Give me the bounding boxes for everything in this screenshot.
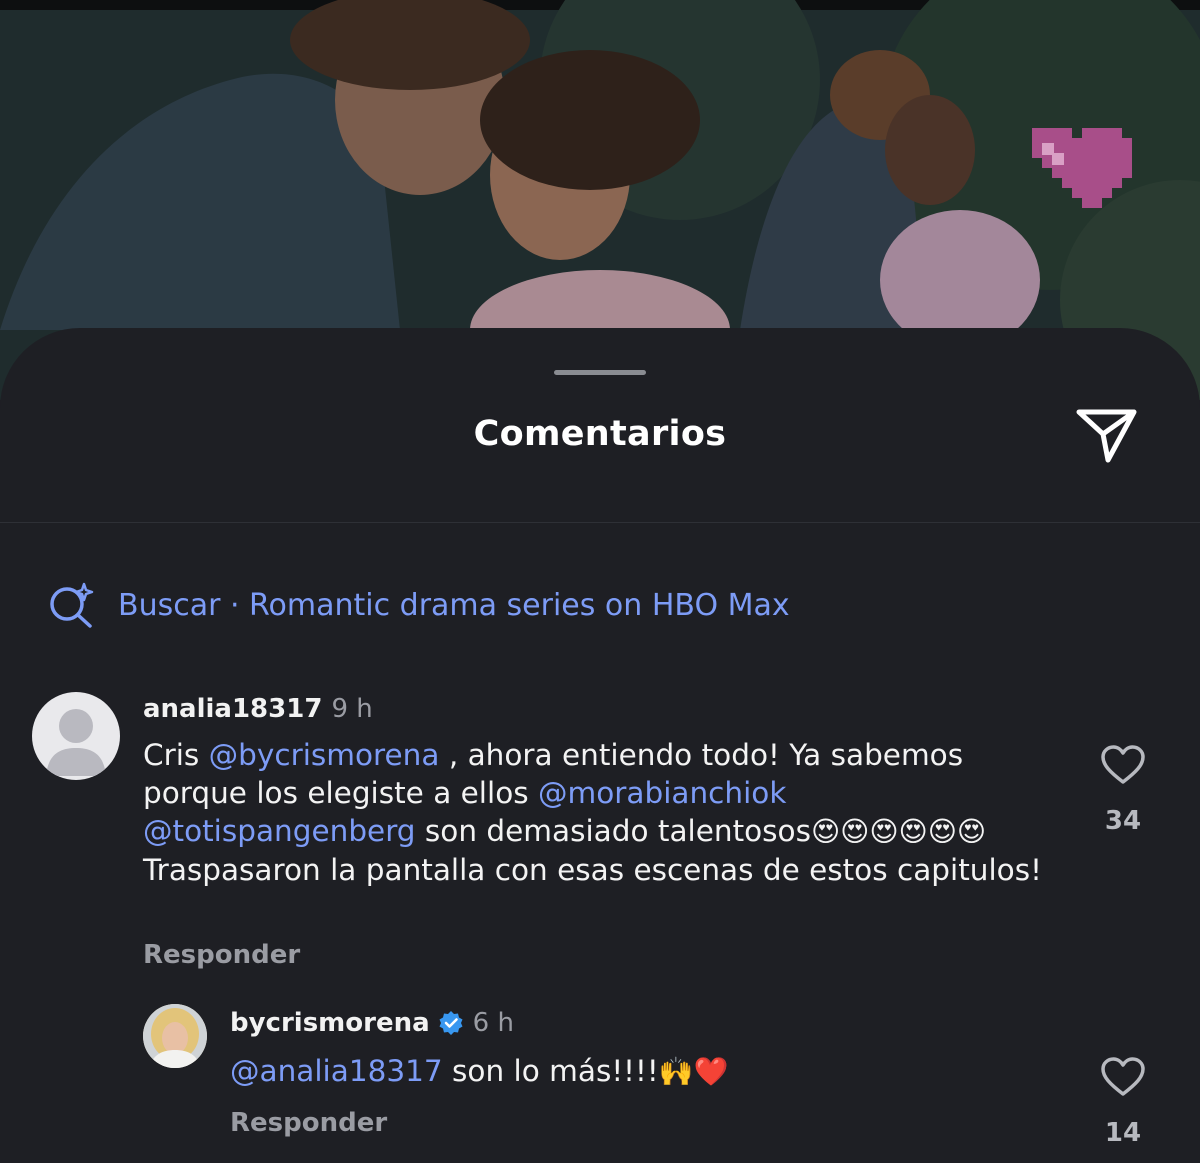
- like-control: 14: [1093, 1056, 1153, 1148]
- like-count: 14: [1104, 1118, 1142, 1148]
- comment-text-segment: son lo más!!!!: [442, 1054, 659, 1088]
- heart-eyes-emoji: 😍😍😍😍😍😍: [810, 815, 987, 848]
- verified-badge-icon: [439, 1011, 463, 1035]
- search-suggestion-text: Buscar · Romantic drama series on HBO Ma…: [118, 587, 790, 623]
- sheet-title: Comentarios: [473, 414, 727, 454]
- send-icon[interactable]: [1074, 404, 1140, 466]
- comment-text-segment: Traspasaron la pantalla con esas escenas…: [143, 853, 1042, 887]
- ai-search-icon: [50, 582, 94, 628]
- comment-text: @analia18317 son lo más!!!!🙌❤️: [230, 1052, 1050, 1091]
- comment-header: analia18317 9 h: [143, 694, 373, 724]
- comment-text-segment: Cris: [143, 738, 209, 772]
- reply-button[interactable]: Responder: [230, 1108, 387, 1138]
- like-control: 34: [1093, 744, 1153, 836]
- comment-text: Cris @bycrismorena , ahora entiendo todo…: [143, 736, 1063, 889]
- comment-time: 6 h: [472, 1008, 514, 1038]
- comments-screen: Comentarios Buscar · Romantic drama seri…: [0, 0, 1200, 1163]
- heart-outline-icon[interactable]: [1100, 1056, 1146, 1098]
- like-count: 34: [1104, 806, 1142, 836]
- comment-time: 9 h: [331, 694, 373, 724]
- comments-sheet: Comentarios Buscar · Romantic drama seri…: [0, 328, 1200, 1163]
- raised-hands-heart-emoji: 🙌❤️: [658, 1055, 729, 1088]
- sheet-grabber-handle[interactable]: [554, 370, 646, 375]
- default-avatar-icon[interactable]: [32, 692, 120, 780]
- comment-header: bycrismorena 6 h: [230, 1008, 514, 1038]
- mention-link[interactable]: @totispangenberg: [143, 814, 416, 848]
- mention-link[interactable]: @morabianchiok: [538, 776, 786, 810]
- comment-text-segment: son demasiado talentosos: [415, 814, 811, 848]
- ai-search-suggestion[interactable]: Buscar · Romantic drama series on HBO Ma…: [48, 580, 790, 630]
- reply-button[interactable]: Responder: [143, 940, 300, 970]
- header-divider: [0, 522, 1200, 523]
- profile-photo[interactable]: [143, 1004, 207, 1068]
- comment-username[interactable]: analia18317: [143, 694, 322, 724]
- mention-link[interactable]: @bycrismorena: [209, 738, 440, 772]
- comment-username[interactable]: bycrismorena: [230, 1008, 430, 1038]
- heart-outline-icon[interactable]: [1100, 744, 1146, 786]
- heart-sticker-icon: [1032, 128, 1132, 208]
- mention-link[interactable]: @analia18317: [230, 1054, 443, 1088]
